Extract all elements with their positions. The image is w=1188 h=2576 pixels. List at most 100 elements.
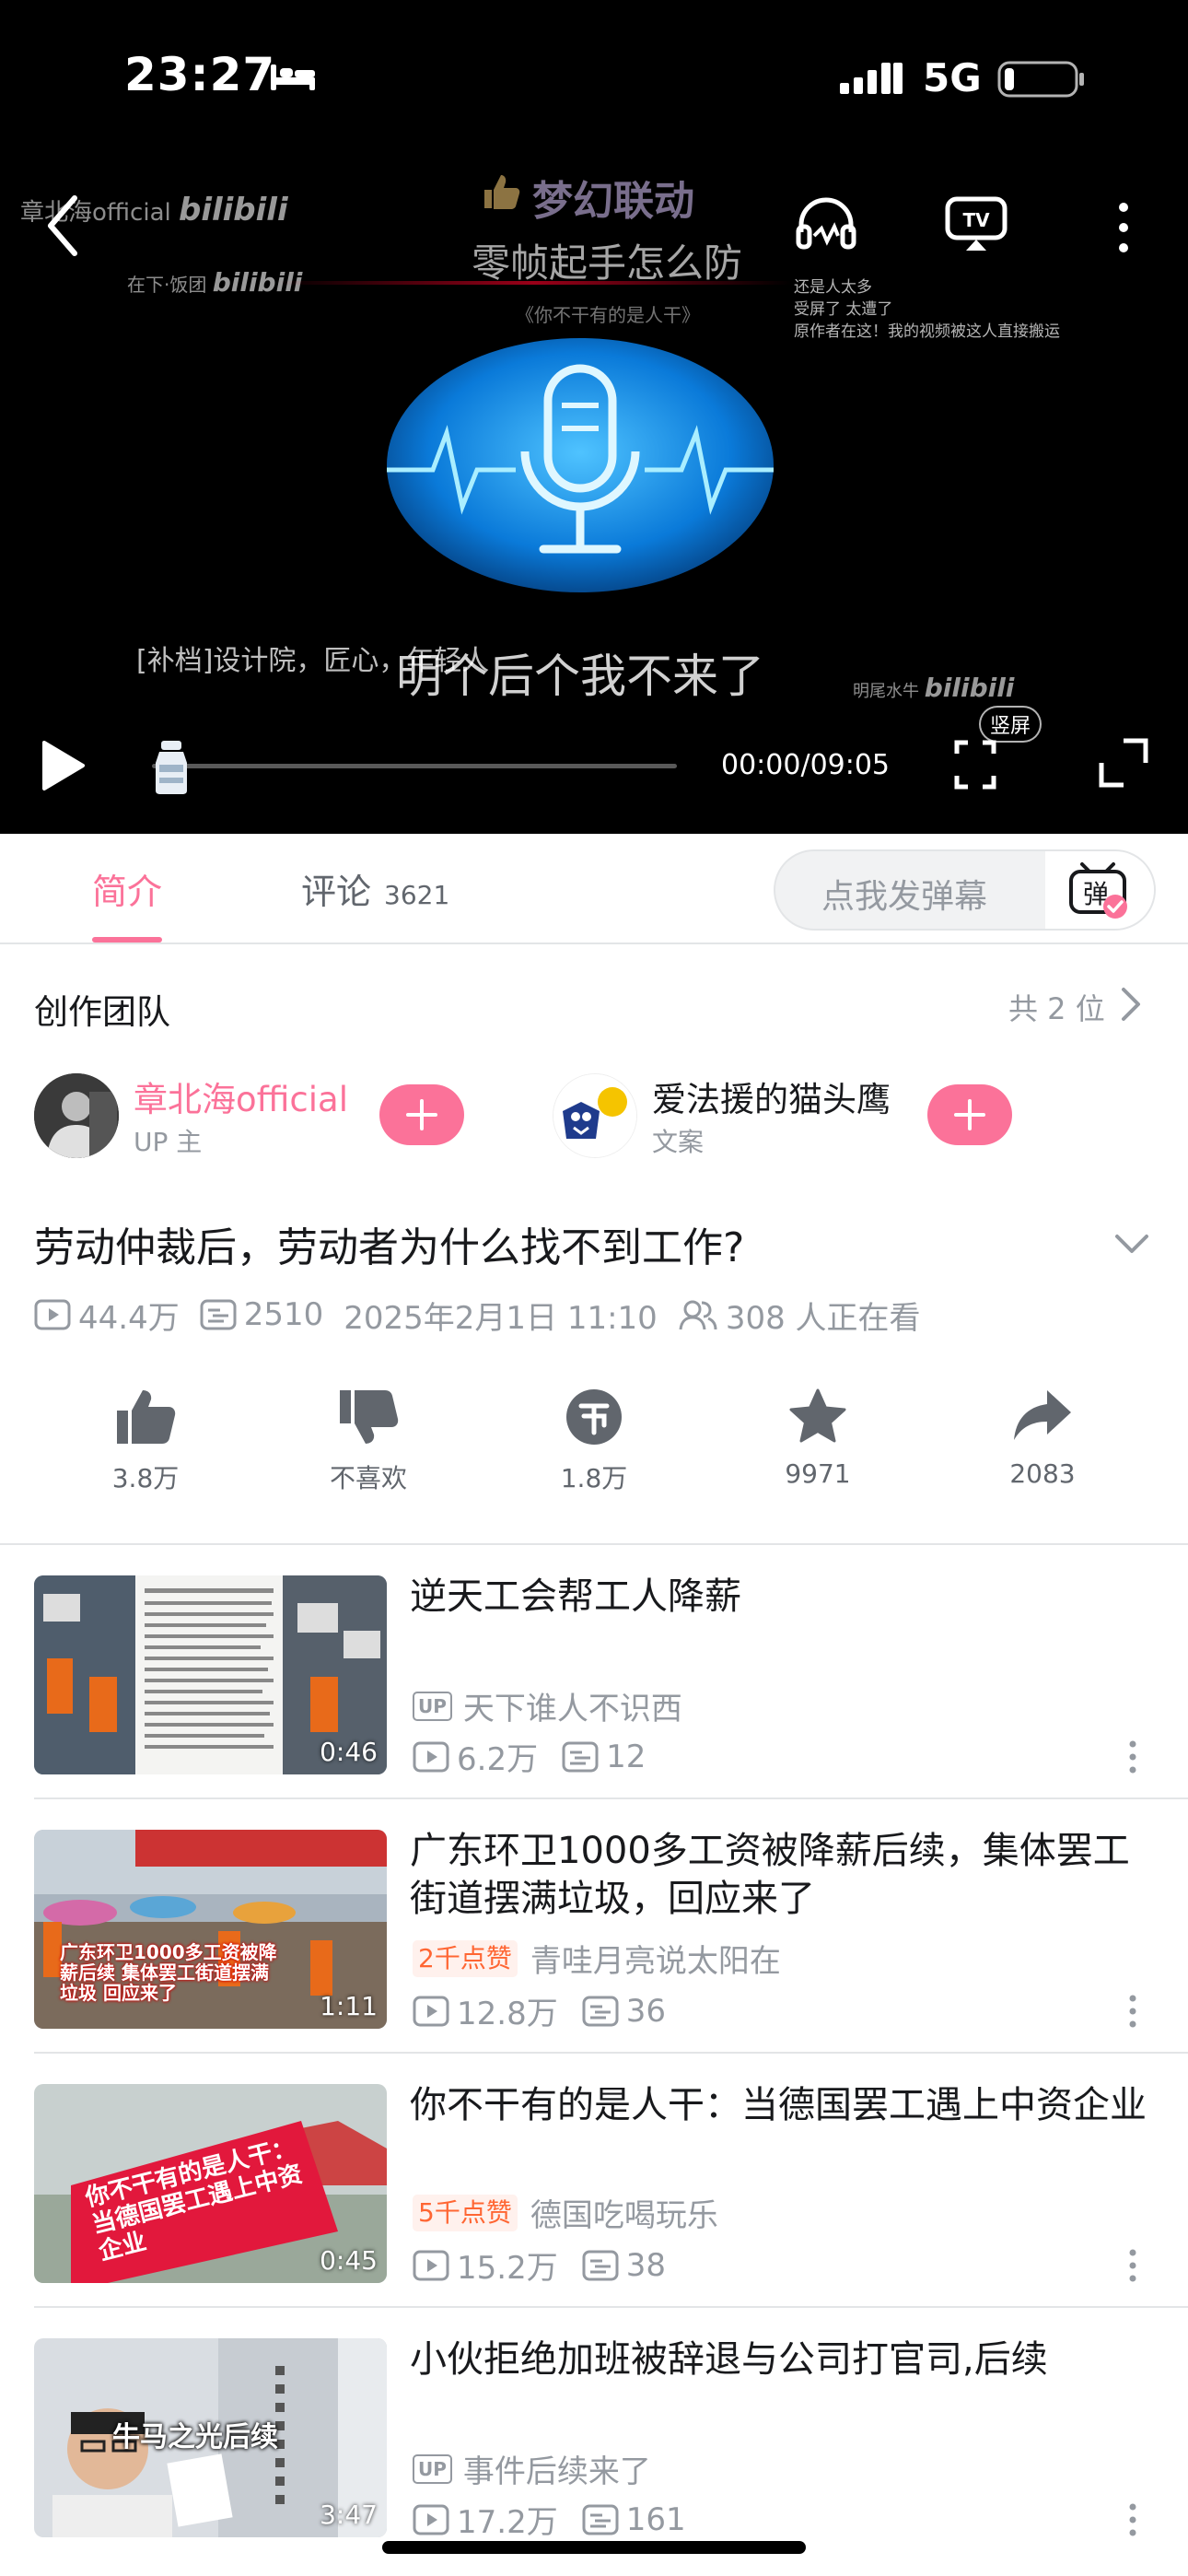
danmaku-line: 原作者在这！我的视频被这人直接搬运 bbox=[794, 322, 1060, 341]
watching-people-icon bbox=[679, 1300, 717, 1330]
video-player[interactable]: 23:27 5G TV 章北海official bilibili 在下·饭团 b… bbox=[0, 0, 1188, 834]
publish-date: 2025年2月1日 11:10 bbox=[344, 1299, 658, 1337]
more-vertical-icon[interactable] bbox=[1124, 1993, 1142, 2030]
view-count: 12.8万 bbox=[457, 1996, 558, 2032]
play-count-icon bbox=[34, 1299, 71, 1330]
tab-active-indicator bbox=[92, 937, 162, 943]
list-item[interactable]: 0:46 逆天工会帮工人降薪 UP 天下谁人不识西 6.2万 12 bbox=[0, 1545, 1188, 1799]
portrait-mode-icon[interactable] bbox=[953, 739, 997, 790]
like-button[interactable]: 3.8万 bbox=[90, 1387, 201, 1495]
member-role: UP 主 bbox=[134, 1127, 203, 1157]
share-button[interactable]: 2083 bbox=[987, 1387, 1098, 1489]
cast-tv-icon[interactable]: TV bbox=[944, 193, 1008, 253]
video-duration: 1:11 bbox=[320, 1991, 378, 2021]
likes-badge: 2千点赞 bbox=[413, 1939, 518, 1977]
author-name: 天下谁人不识西 bbox=[462, 1691, 682, 1727]
star-icon bbox=[789, 1388, 846, 1443]
favorite-button[interactable]: 9971 bbox=[763, 1387, 873, 1489]
dislike-label: 不喜欢 bbox=[329, 1463, 407, 1493]
battery-icon bbox=[997, 61, 1084, 98]
avatar[interactable] bbox=[34, 1073, 119, 1158]
up-badge: UP bbox=[413, 1691, 452, 1721]
play-count-icon bbox=[413, 2504, 449, 2535]
list-item[interactable]: 牛马之光后续 3:47 小伙拒绝加班被辞退与公司打官司,后续 UP 事件后续来了… bbox=[0, 2308, 1188, 2562]
more-vertical-icon[interactable] bbox=[1124, 2247, 1142, 2284]
play-count-icon bbox=[413, 1741, 449, 1772]
danmaku-streak bbox=[276, 281, 792, 285]
dislike-button[interactable]: 不喜欢 bbox=[313, 1387, 424, 1495]
more-vertical-icon[interactable] bbox=[1124, 2501, 1142, 2538]
comments-count: 3621 bbox=[384, 880, 450, 910]
progress-bar[interactable] bbox=[152, 764, 677, 768]
network-type: 5G bbox=[923, 55, 982, 100]
danmaku-count: 12 bbox=[606, 1738, 646, 1775]
list-item[interactable]: 广东环卫1000多工资被降薪后续 集体罢工街道摆满垃圾 回应来了 1:11 广东… bbox=[0, 1799, 1188, 2054]
tab-comments-label: 评论 bbox=[301, 872, 372, 912]
watching-count: 308 人正在看 bbox=[725, 1299, 921, 1337]
coin-button[interactable]: 1.8万 bbox=[539, 1387, 649, 1495]
danmaku-count-icon bbox=[562, 1741, 599, 1772]
video-thumbnail[interactable]: 你不干有的是人干：当德国罢工遇上中资企业 0:45 bbox=[34, 2084, 387, 2283]
video-duration: 0:46 bbox=[320, 1737, 378, 1767]
tab-comments[interactable]: 评论 3621 bbox=[301, 863, 449, 914]
tab-intro[interactable]: 简介 bbox=[92, 863, 162, 914]
home-indicator[interactable] bbox=[382, 2541, 806, 2554]
author-name: 德国吃喝玩乐 bbox=[530, 2197, 718, 2234]
related-author[interactable]: 5千点赞 德国吃喝玩乐 bbox=[413, 2190, 718, 2235]
danmaku-line: 还是人太多 bbox=[794, 278, 872, 297]
author-name: 青哇月亮说太阳在 bbox=[530, 1943, 781, 1980]
coin-icon bbox=[566, 1389, 622, 1445]
favorite-count: 9971 bbox=[785, 1458, 851, 1489]
svg-text:TV: TV bbox=[962, 209, 990, 231]
related-stats: 15.2万 38 bbox=[413, 2242, 666, 2288]
like-count: 3.8万 bbox=[111, 1463, 180, 1493]
follow-button[interactable] bbox=[927, 1084, 1012, 1145]
play-icon[interactable] bbox=[37, 737, 87, 794]
related-title: 广东环卫1000多工资被降薪后续，集体罢工街道摆满垃圾，回应来了 bbox=[410, 1830, 1130, 1920]
avatar-photo bbox=[34, 1073, 119, 1158]
owl-logo-icon bbox=[553, 1074, 636, 1157]
up-badge: UP bbox=[413, 2453, 452, 2484]
chevron-down-icon[interactable] bbox=[1112, 1231, 1151, 1257]
danmaku-count-icon bbox=[582, 1996, 619, 2026]
danmaku-count: 161 bbox=[625, 2500, 686, 2538]
status-time: 23:27 bbox=[124, 48, 276, 101]
video-thumbnail[interactable]: 牛马之光后续 3:47 bbox=[34, 2338, 387, 2537]
portrait-mode-label: 竖屏 bbox=[979, 706, 1042, 743]
fullscreen-icon[interactable] bbox=[1098, 737, 1149, 789]
share-icon bbox=[1014, 1390, 1071, 1440]
progress-thumb-icon[interactable] bbox=[152, 737, 194, 796]
danmaku-count: 36 bbox=[625, 1992, 666, 2030]
related-author[interactable]: UP 事件后续来了 bbox=[413, 2446, 651, 2491]
play-count-icon bbox=[413, 1996, 449, 2026]
list-item[interactable]: 你不干有的是人干：当德国罢工遇上中资企业 0:45 你不干有的是人干：当德国罢工… bbox=[0, 2054, 1188, 2308]
watermark-bottom: 明尾水牛 bilibili bbox=[853, 673, 1015, 703]
team-count[interactable]: 共 2 位 bbox=[1008, 986, 1105, 1028]
view-count: 44.4万 bbox=[78, 1299, 180, 1337]
danmaku-count-icon bbox=[582, 2504, 619, 2535]
plus-icon bbox=[954, 1099, 985, 1130]
view-count: 15.2万 bbox=[457, 2250, 558, 2287]
microphone-art bbox=[387, 338, 774, 592]
member-name[interactable]: 章北海official bbox=[134, 1071, 348, 1121]
likes-badge: 5千点赞 bbox=[413, 2194, 518, 2231]
related-author[interactable]: UP 天下谁人不识西 bbox=[413, 1683, 682, 1728]
video-title: 劳动仲裁后，劳动者为什么找不到工作? bbox=[34, 1224, 745, 1271]
more-vertical-icon[interactable] bbox=[1105, 198, 1142, 258]
listen-mode-icon[interactable] bbox=[794, 193, 858, 253]
banner-note: 《你不干有的是人干》 bbox=[516, 304, 700, 326]
member-role: 文案 bbox=[652, 1127, 705, 1157]
chevron-right-icon[interactable] bbox=[1119, 984, 1143, 1025]
related-stats: 6.2万 12 bbox=[413, 1734, 646, 1779]
more-vertical-icon[interactable] bbox=[1124, 1739, 1142, 1775]
danmaku-input[interactable]: 点我发弹幕 弹 bbox=[774, 849, 1156, 931]
time-readout: 00:00/09:05 bbox=[721, 749, 891, 781]
related-author[interactable]: 2千点赞 青哇月亮说太阳在 bbox=[413, 1936, 781, 1981]
related-title: 小伙拒绝加班被辞退与公司打官司,后续 bbox=[410, 2338, 1048, 2381]
video-thumbnail[interactable]: 广东环卫1000多工资被降薪后续 集体罢工街道摆满垃圾 回应来了 1:11 bbox=[34, 1830, 387, 2029]
avatar[interactable] bbox=[553, 1073, 637, 1158]
follow-button[interactable] bbox=[379, 1084, 464, 1145]
video-thumbnail[interactable]: 0:46 bbox=[34, 1575, 387, 1774]
danmaku-toggle-button[interactable]: 弹 bbox=[1045, 851, 1154, 929]
member-name[interactable]: 爱法援的猫头鹰 bbox=[652, 1071, 891, 1121]
